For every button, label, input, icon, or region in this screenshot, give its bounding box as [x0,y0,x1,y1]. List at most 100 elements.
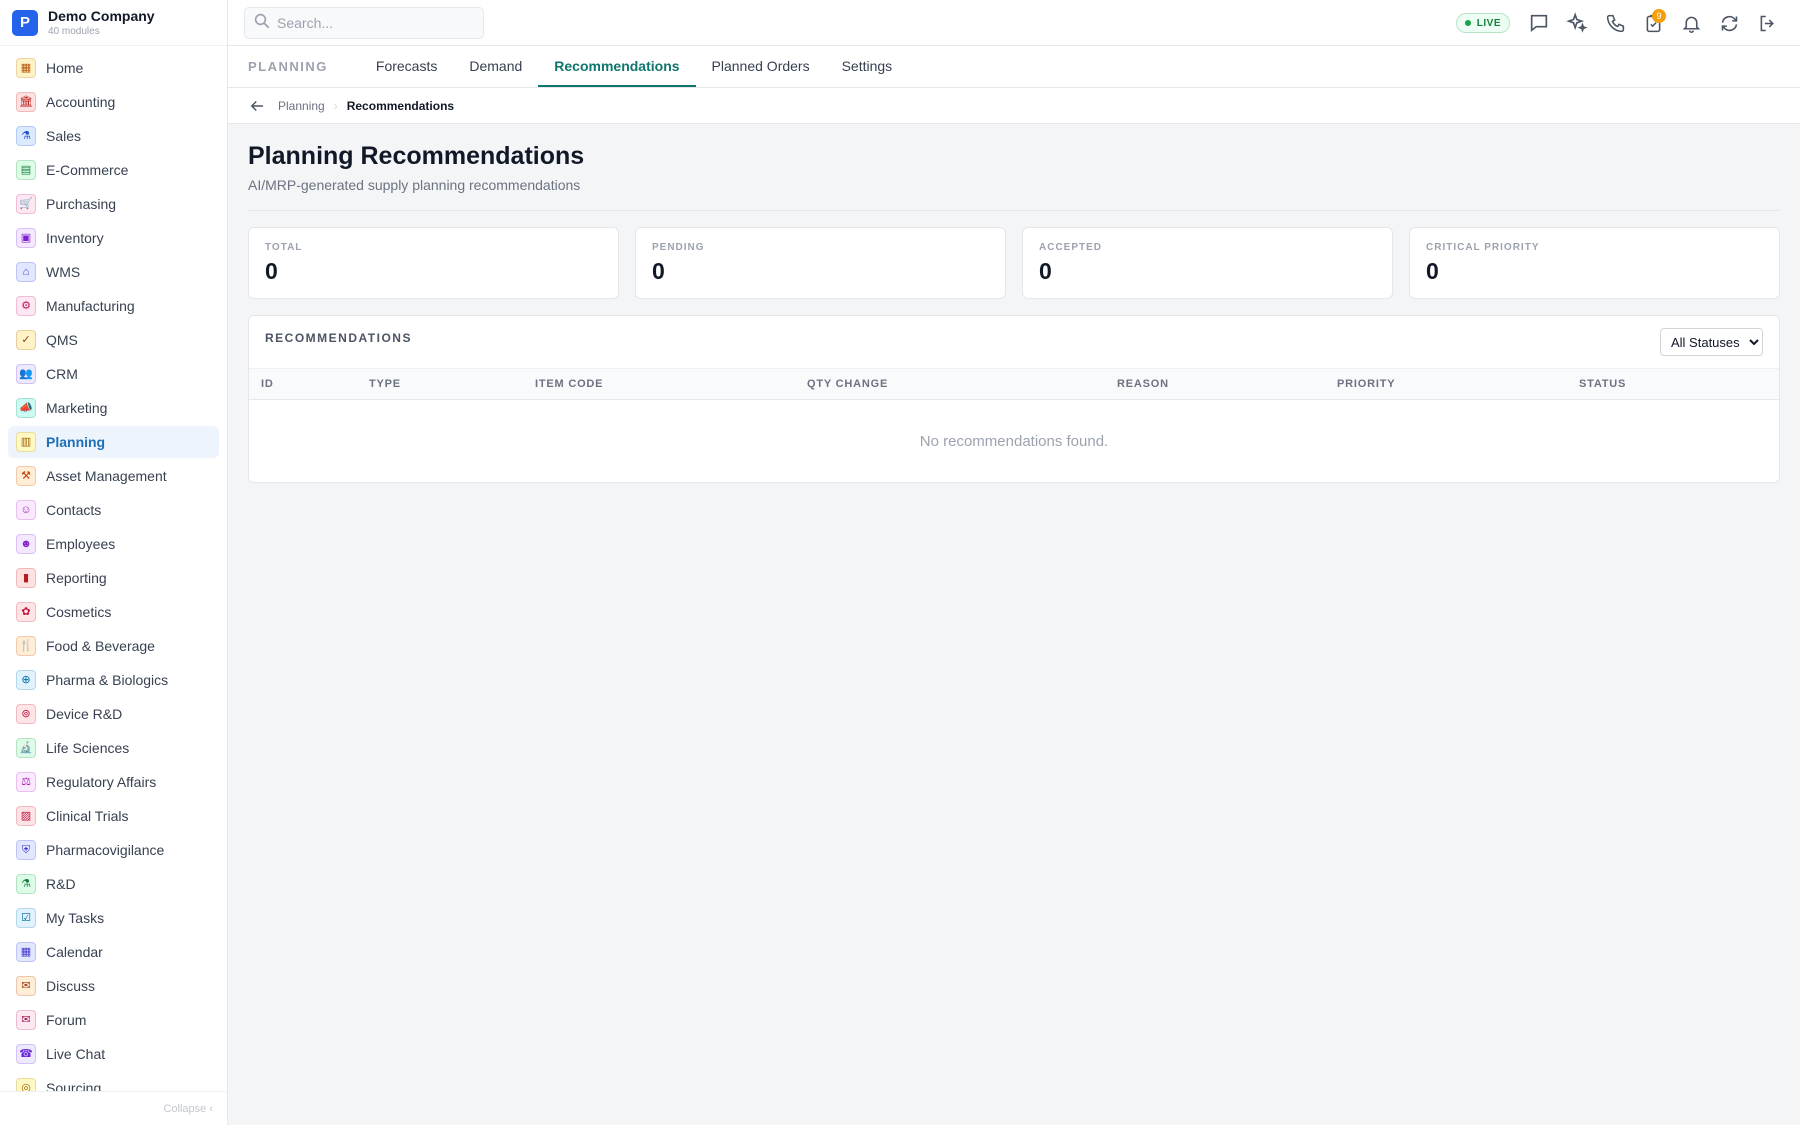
sidebar-item-home[interactable]: ▦ Home [8,52,219,84]
factory-icon: ⚙ [16,296,36,316]
sidebar-item-planning[interactable]: ▥ Planning [8,426,219,458]
brand-header[interactable]: P Demo Company 40 modules [0,0,227,46]
column-header-qty-change[interactable]: QTY CHANGE [795,378,1105,390]
search-input[interactable] [277,15,467,31]
sidebar-item-inventory[interactable]: ▣ Inventory [8,222,219,254]
sidebar-item-qms[interactable]: ✓ QMS [8,324,219,356]
sidebar-item-contacts[interactable]: ☺ Contacts [8,494,219,526]
sidebar-item-label: Manufacturing [46,298,135,314]
task-clipboard-icon[interactable]: 9 [1634,3,1672,43]
header-divider [248,210,1780,211]
tab-settings[interactable]: Settings [826,46,909,87]
notification-count-badge: 9 [1652,9,1666,23]
tab-demand[interactable]: Demand [453,46,538,87]
beaker-icon: ⚗ [16,874,36,894]
sidebar-item-asset-management[interactable]: ⚒ Asset Management [8,460,219,492]
collapse-button[interactable]: Collapse ‹ [0,1091,227,1125]
sidebar-item-label: Asset Management [46,468,167,484]
sidebar-item-cosmetics[interactable]: ✿ Cosmetics [8,596,219,628]
sidebar-item-regulatory-affairs[interactable]: ⚖ Regulatory Affairs [8,766,219,798]
sidebar-item-sales[interactable]: ⚗ Sales [8,120,219,152]
sidebar-item-label: CRM [46,366,78,382]
column-header-type[interactable]: TYPE [357,378,523,390]
ai-sparkle-icon[interactable] [1558,3,1596,43]
forum-icon: ✉ [16,1010,36,1030]
breadcrumb: Planning › Recommendations [228,88,1800,124]
sidebar-item-my-tasks[interactable]: ☑ My Tasks [8,902,219,934]
tab-forecasts[interactable]: Forecasts [360,46,453,87]
sidebar-item-clinical-trials[interactable]: ▨ Clinical Trials [8,800,219,832]
sidebar-item-food-and-beverage[interactable]: 🍴 Food & Beverage [8,630,219,662]
sidebar-item-device-randd[interactable]: ⊚ Device R&D [8,698,219,730]
sidebar-item-label: Live Chat [46,1046,106,1062]
sidebar-item-life-sciences[interactable]: 🔬 Life Sciences [8,732,219,764]
store-icon: ▤ [16,160,36,180]
sidebar-item-calendar[interactable]: ▦ Calendar [8,936,219,968]
pill-icon: ⊕ [16,670,36,690]
column-header-priority[interactable]: PRIORITY [1325,378,1567,390]
tab-recommendations[interactable]: Recommendations [538,46,696,87]
messages-icon[interactable] [1520,3,1558,43]
sidebar-item-crm[interactable]: 👥 CRM [8,358,219,390]
sidebar-item-label: Sales [46,128,82,144]
stats-row: TOTAL 0 PENDING 0 ACCEPTED 0 CRITICAL PR… [248,227,1780,299]
sidebar-item-manufacturing[interactable]: ⚙ Manufacturing [8,290,219,322]
column-header-status[interactable]: STATUS [1567,378,1775,390]
sidebar-item-label: Calendar [46,944,103,960]
search-box[interactable] [244,7,484,39]
stat-label: ACCEPTED [1039,242,1103,253]
sidebar-item-reporting[interactable]: ▮ Reporting [8,562,219,594]
sidebar-item-pharmacovigilance[interactable]: ⛨ Pharmacovigilance [8,834,219,866]
breadcrumb-parent-link[interactable]: Planning [278,99,325,113]
back-arrow-icon[interactable] [248,97,266,115]
sidebar-item-e-commerce[interactable]: ▤ E-Commerce [8,154,219,186]
column-header-id[interactable]: ID [249,378,357,390]
sidebar-item-wms[interactable]: ⌂ WMS [8,256,219,288]
stat-value: 0 [1426,258,1439,284]
sidebar-item-label: Pharmacovigilance [46,842,165,858]
sidebar-item-forum[interactable]: ✉ Forum [8,1004,219,1036]
column-header-item-code[interactable]: ITEM CODE [523,378,795,390]
flask-icon: ⚗ [16,126,36,146]
sidebar-item-accounting[interactable]: 🏛 Accounting [8,86,219,118]
logout-icon[interactable] [1748,3,1786,43]
clipboard-icon: ▨ [16,806,36,826]
sidebar-item-label: Device R&D [46,706,123,722]
sidebar-item-label: Planning [46,434,106,450]
bell-icon[interactable] [1672,3,1710,43]
top-actions: LIVE 9 [1455,0,1786,46]
sidebar-item-label: Contacts [46,502,102,518]
sidebar-item-randd[interactable]: ⚗ R&D [8,868,219,900]
sourcing-icon: ◎ [16,1078,36,1091]
stat-label: CRITICAL PRIORITY [1426,242,1540,253]
chat-bubbles-icon: ✉ [16,976,36,996]
stat-card-critical-priority: CRITICAL PRIORITY 0 [1409,227,1780,299]
cart-icon: 🛒 [16,194,36,214]
sidebar-item-label: WMS [46,264,81,280]
sidebar-item-label: Cosmetics [46,604,112,620]
box-icon: ▣ [16,228,36,248]
stat-card-accepted: ACCEPTED 0 [1022,227,1393,299]
phone-icon[interactable] [1596,3,1634,43]
sidebar-item-sourcing[interactable]: ◎ Sourcing [8,1072,219,1091]
sidebar-item-pharma-and-biologics[interactable]: ⊕ Pharma & Biologics [8,664,219,696]
sidebar-item-label: Home [46,60,84,76]
contact-icon: ☺ [16,500,36,520]
sidebar-item-label: Reporting [46,570,107,586]
flower-icon: ✿ [16,602,36,622]
main-content: Planning Recommendations AI/MRP-generate… [248,124,1780,483]
column-header-reason[interactable]: REASON [1105,378,1325,390]
bank-icon: 🏛 [16,92,36,112]
sidebar-item-label: Inventory [46,230,104,246]
sidebar-item-label: Life Sciences [46,740,130,756]
sidebar-item-label: R&D [46,876,76,892]
sync-icon[interactable] [1710,3,1748,43]
sidebar-item-discuss[interactable]: ✉ Discuss [8,970,219,1002]
sidebar-item-marketing[interactable]: 📣 Marketing [8,392,219,424]
status-filter-select[interactable]: All Statuses [1660,328,1763,356]
sidebar-item-employees[interactable]: ☻ Employees [8,528,219,560]
tab-planned-orders[interactable]: Planned Orders [696,46,826,87]
sidebar-item-purchasing[interactable]: 🛒 Purchasing [8,188,219,220]
shield-icon: ⛨ [16,840,36,860]
sidebar-item-live-chat[interactable]: ☎ Live Chat [8,1038,219,1070]
